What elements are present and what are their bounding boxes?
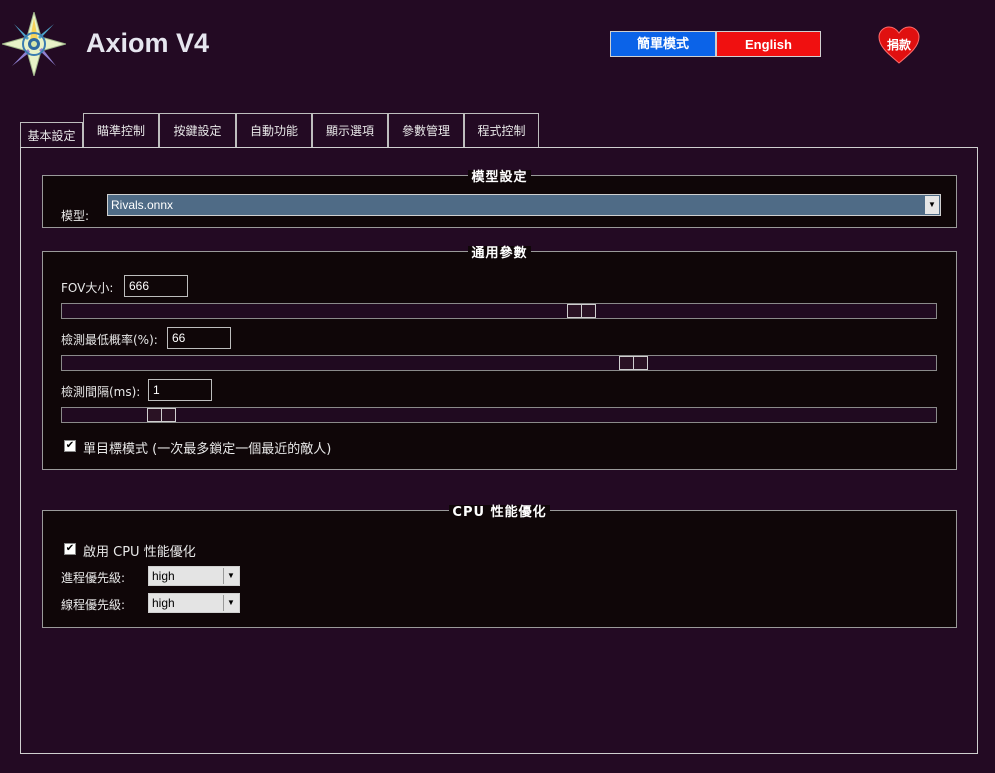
chevron-down-icon[interactable]: ▼: [925, 196, 939, 214]
model-select[interactable]: Rivals.onnx ▼: [107, 194, 941, 216]
model-group-title: 模型設定: [468, 170, 531, 185]
cpu-optimization-group: CPU 性能優化 ✔ 啟用 CPU 性能優化 進程優先級: high ▼ 線程優…: [42, 505, 957, 628]
tab-aim-control[interactable]: 瞄準控制: [83, 113, 159, 147]
fov-input[interactable]: 666: [124, 275, 188, 297]
fov-label: FOV大小:: [61, 281, 114, 295]
confidence-slider[interactable]: [61, 355, 937, 371]
cpu-group-title: CPU 性能優化: [449, 505, 550, 520]
tab-basic-settings[interactable]: 基本設定: [20, 122, 83, 148]
confidence-input[interactable]: 66: [167, 327, 231, 349]
star-compass-icon: [0, 10, 68, 78]
chevron-down-icon[interactable]: ▼: [223, 568, 238, 584]
tab-key-settings[interactable]: 按鍵設定: [159, 113, 236, 147]
tab-panel-basic-settings: 模型設定 模型: Rivals.onnx ▼ 通用參數 FOV大小: 666 檢…: [20, 147, 978, 754]
thread-priority-label: 線程優先級:: [61, 598, 126, 612]
process-priority-select[interactable]: high ▼: [148, 566, 240, 586]
interval-slider-thumb[interactable]: [147, 408, 176, 422]
interval-slider[interactable]: [61, 407, 937, 423]
tab-display-options[interactable]: 顯示選項: [312, 113, 388, 147]
cpu-optimization-checkbox[interactable]: ✔: [64, 543, 76, 555]
process-priority-value: high: [152, 569, 175, 583]
single-target-label: 單目標模式 (一次最多鎖定一個最近的敵人): [83, 442, 332, 457]
model-label: 模型:: [61, 209, 90, 223]
single-target-checkbox[interactable]: ✔: [64, 440, 76, 452]
thread-priority-select[interactable]: high ▼: [148, 593, 240, 613]
fov-slider-thumb[interactable]: [567, 304, 596, 318]
tab-program-control[interactable]: 程式控制: [464, 113, 539, 147]
general-parameters-group: 通用參數 FOV大小: 666 檢測最低概率(%): 66 檢測間隔(ms): …: [42, 246, 957, 470]
cpu-optimization-label: 啟用 CPU 性能優化: [83, 545, 196, 560]
donate-label: 捐款: [886, 38, 911, 52]
chevron-down-icon[interactable]: ▼: [223, 595, 238, 611]
interval-input[interactable]: 1: [148, 379, 212, 401]
donate-button[interactable]: 捐款: [877, 25, 921, 65]
english-button[interactable]: English: [716, 31, 821, 57]
tab-auto-functions[interactable]: 自動功能: [236, 113, 312, 147]
model-select-value: Rivals.onnx: [111, 198, 174, 212]
app-title: Axiom V4: [86, 28, 210, 58]
general-group-title: 通用參數: [468, 246, 531, 261]
model-settings-group: 模型設定 模型: Rivals.onnx ▼: [42, 170, 957, 228]
confidence-label: 檢測最低概率(%):: [61, 333, 158, 347]
tab-parameter-management[interactable]: 參數管理: [388, 113, 464, 147]
confidence-slider-thumb[interactable]: [619, 356, 648, 370]
process-priority-label: 進程優先級:: [61, 571, 126, 585]
fov-slider[interactable]: [61, 303, 937, 319]
simple-mode-button[interactable]: 簡單模式: [610, 31, 716, 57]
thread-priority-value: high: [152, 596, 175, 610]
interval-label: 檢測間隔(ms):: [61, 385, 141, 399]
